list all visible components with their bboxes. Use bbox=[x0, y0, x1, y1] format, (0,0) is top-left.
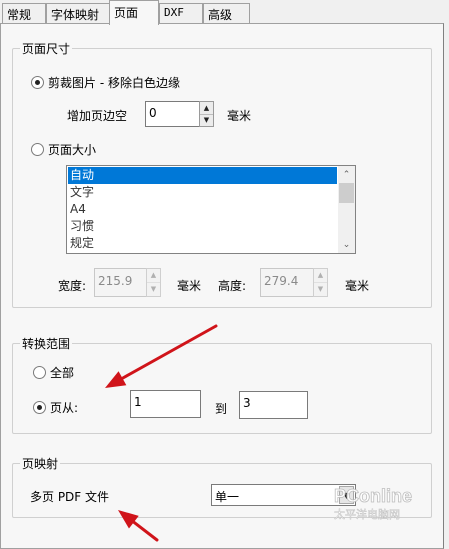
height-input: 279.4 bbox=[260, 268, 314, 297]
range-group bbox=[12, 343, 432, 434]
tab-dxf[interactable]: DXF bbox=[159, 3, 203, 23]
list-item[interactable]: 自动 bbox=[68, 167, 337, 184]
spin-down-icon[interactable]: ▼ bbox=[200, 114, 213, 126]
tab-page[interactable]: 页面 bbox=[109, 0, 159, 25]
scroll-up-icon[interactable]: ⌃ bbox=[338, 166, 355, 183]
spin-down-icon: ▼ bbox=[317, 285, 324, 293]
page-range-label: 页从: bbox=[50, 401, 79, 415]
page-size-list[interactable]: 自动 文字 A4 习惯 规定 ⌃ ⌄ bbox=[66, 165, 356, 254]
width-spinner: ▲ ▼ bbox=[146, 268, 161, 297]
page-mapping-group-title: 页映射 bbox=[20, 455, 61, 472]
scroll-thumb[interactable] bbox=[339, 183, 354, 203]
from-page-input[interactable]: 1 bbox=[130, 390, 201, 418]
list-item[interactable]: 习惯 bbox=[68, 218, 337, 235]
crop-radio[interactable] bbox=[31, 76, 44, 89]
to-page-input[interactable]: 3 bbox=[239, 391, 308, 419]
page-range-radio[interactable] bbox=[33, 401, 46, 414]
spin-down-icon: ▼ bbox=[150, 285, 157, 293]
height-spinner: ▲ ▼ bbox=[313, 268, 328, 297]
width-label: 宽度: bbox=[58, 279, 87, 293]
spin-up-icon: ▲ bbox=[147, 269, 160, 283]
watermark-brand: PConline bbox=[334, 486, 412, 506]
margin-label: 增加页边空 bbox=[67, 109, 128, 123]
to-label: 到 bbox=[215, 402, 228, 416]
tab-general[interactable]: 常规 bbox=[2, 3, 46, 23]
height-unit: 毫米 bbox=[345, 279, 370, 293]
page-size-radio[interactable] bbox=[31, 143, 44, 156]
spin-up-icon: ▲ bbox=[314, 269, 327, 283]
list-scrollbar[interactable]: ⌃ ⌄ bbox=[338, 166, 355, 253]
margin-input[interactable]: 0 bbox=[145, 101, 200, 127]
list-item[interactable]: 规定 bbox=[68, 235, 337, 252]
list-item[interactable]: A4 bbox=[68, 201, 337, 218]
tab-advanced[interactable]: 高级 bbox=[203, 3, 250, 23]
all-pages-label: 全部 bbox=[50, 366, 75, 380]
width-unit: 毫米 bbox=[177, 279, 202, 293]
width-input: 215.9 bbox=[94, 268, 147, 297]
pconline-watermark: PConline 太平洋电脑网 bbox=[328, 484, 446, 524]
range-group-title: 转换范围 bbox=[20, 335, 73, 352]
multipage-combo-value: 单一 bbox=[215, 490, 240, 504]
margin-spinner[interactable]: ▲ ▼ bbox=[199, 101, 214, 127]
watermark-subtitle: 太平洋电脑网 bbox=[334, 507, 400, 521]
page-size-group-title: 页面尺寸 bbox=[20, 40, 73, 57]
all-pages-radio[interactable] bbox=[33, 366, 46, 379]
page-size-radio-label: 页面大小 bbox=[48, 143, 97, 157]
tab-strip: 常规 字体映射 页面 DXF 高级 bbox=[0, 0, 449, 25]
crop-radio-label: 剪裁图片 - 移除白色边缘 bbox=[48, 76, 180, 90]
list-item[interactable]: 文字 bbox=[68, 184, 337, 201]
scroll-down-icon[interactable]: ⌄ bbox=[338, 236, 355, 253]
height-label: 高度: bbox=[218, 279, 247, 293]
margin-unit: 毫米 bbox=[227, 109, 252, 123]
tab-font-mapping[interactable]: 字体映射 bbox=[46, 3, 110, 23]
multipage-label: 多页 PDF 文件 bbox=[30, 490, 110, 504]
